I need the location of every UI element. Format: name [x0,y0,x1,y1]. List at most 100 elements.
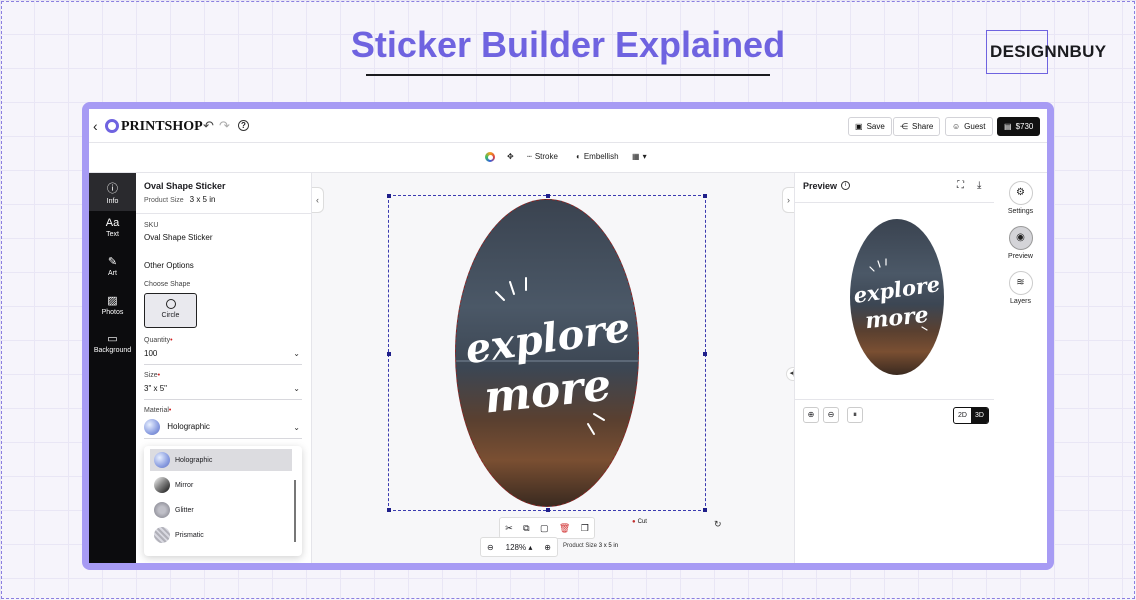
resize-handle[interactable] [703,508,707,512]
material-option-holographic[interactable]: Holographic [150,449,292,471]
cut-icon[interactable]: ✂ [505,523,513,534]
preview-text-line1: explore [852,271,942,308]
save-label: Save [866,122,885,131]
rotate-icon[interactable]: ↻ [714,519,722,530]
move-icon[interactable]: ✥ [507,152,514,161]
size-label-text: Size [144,372,158,379]
zoom-value: 128% [505,542,527,552]
nav-item-photos[interactable]: ▨ Photos [89,294,136,316]
preview-mode-toggle: 2D 3D [953,407,989,424]
material-option-mirror[interactable]: Mirror [150,474,292,496]
nav-item-background[interactable]: ▭ Background [89,332,136,354]
pattern-dropdown[interactable]: ▦ ▾ [632,152,647,161]
cart-icon: ▤ [1004,122,1012,131]
sticker-artwork[interactable]: explore more [455,199,639,507]
quantity-label: Quantity• [144,337,173,344]
zoom-level[interactable]: 128% ▴ [506,543,533,552]
size-select[interactable]: 3" x 5" ⌄ [144,384,302,400]
resize-handle[interactable] [546,508,550,512]
share-label: Share [912,122,934,131]
zoom-out-icon[interactable]: ⊖ [823,407,839,423]
resize-handle[interactable] [703,194,707,198]
stroke-icon: ┄ [527,152,532,161]
product-title: Oval Shape Sticker [144,181,226,191]
designnbuy-logo: DESIGNNBUY [990,42,1107,61]
resize-handle[interactable] [387,352,391,356]
holographic-swatch-icon [144,419,160,435]
material-select[interactable]: Holographic ⌄ [144,419,302,439]
circle-icon [165,299,176,309]
pause-icon[interactable]: ⏸ [847,407,863,423]
undo-icon[interactable]: ↶ [203,118,214,134]
sticker-graphic: explore more [456,277,638,435]
left-nav: ⓘ Info Aa Text ✎ Art ▨ Photos ▭ Backgrou… [89,173,136,563]
glitter-swatch-icon [154,502,170,518]
rail-item-preview[interactable]: ◉ Preview [994,226,1047,260]
mode-2d-button[interactable]: 2D [954,408,971,423]
embellish-icon: ◐ [576,152,581,161]
stroke-button[interactable]: ┄ Stroke [527,152,558,161]
embellish-button[interactable]: ◐ Embellish [576,152,619,161]
user-icon: ☺ [952,122,961,131]
expand-preview-button[interactable]: › [782,187,794,213]
canvas-product-size-label: Product Size [563,543,598,549]
preview-title: Preview [803,181,838,191]
cart-button[interactable]: ▤ $730 [997,117,1041,136]
info-icon: ⓘ [107,183,118,195]
info-icon[interactable]: i [841,181,850,190]
collapse-left-panel-button[interactable]: ‹ [312,187,324,213]
choose-shape-label: Choose Shape [144,281,191,288]
delete-icon[interactable]: 🗑 [559,523,570,534]
zoom-out-icon[interactable]: ⊖ [487,543,494,552]
right-rail: ⚙ Settings ◉ Preview ≋ Layers [994,173,1047,563]
save-icon: ▣ [855,122,863,131]
back-button[interactable]: ‹ [93,118,98,134]
guest-label: Guest [964,122,986,131]
resize-handle[interactable] [387,508,391,512]
share-button[interactable]: ⋲ Share [893,117,941,136]
material-option-label: Holographic [175,456,213,464]
size-label: Size• [144,372,161,379]
size-value: 3" x 5" [144,384,168,393]
zoom-in-icon[interactable]: ⊕ [544,543,551,552]
embellish-label: Embellish [583,152,619,161]
resize-handle[interactable] [703,352,707,356]
guest-button[interactable]: ☺ Guest [945,117,993,136]
object-context-toolbar: ✂ ⧉ ▢ 🗑 ❐ [499,517,595,539]
nav-item-info[interactable]: ⓘ Info [89,173,136,211]
nav-item-art[interactable]: ✎ Art [89,255,136,277]
layers-icon: ≋ [1008,271,1033,295]
color-picker-button[interactable] [485,152,495,162]
dropdown-scrollbar[interactable] [294,480,296,542]
nav-label: Info [106,198,119,205]
photos-icon: ▨ [107,295,118,307]
rail-item-settings[interactable]: ⚙ Settings [994,181,1047,215]
sku-value: Oval Shape Sticker [144,233,213,242]
download-icon[interactable]: ⤓ [977,180,981,191]
redo-icon[interactable]: ↷ [219,118,230,134]
cut-line-tag[interactable]: Cut [632,519,647,525]
duplicate-icon[interactable]: ❐ [581,523,589,534]
gear-icon: ⚙ [1008,181,1033,205]
save-button[interactable]: ▣ Save [848,117,892,136]
nav-item-text[interactable]: Aa Text [89,217,136,238]
material-option-prismatic[interactable]: Prismatic [150,524,292,546]
top-bar: ‹ PRINTSHOP ↶ ↷ ? ▣ Save ⋲ Share ☺ Guest… [89,109,1047,143]
paste-icon[interactable]: ▢ [540,523,549,534]
resize-handle[interactable] [387,194,391,198]
shape-option-circle[interactable]: Circle [144,293,197,328]
nav-label: Photos [101,309,124,316]
mode-3d-button[interactable]: 3D [971,408,988,423]
preview-divider [795,202,995,203]
printshop-logo-icon [105,119,119,133]
resize-handle[interactable] [546,194,550,198]
fullscreen-icon[interactable]: ⛶ [957,180,964,191]
material-option-label: Glitter [175,506,194,514]
brand-name: PRINTSHOP [121,119,203,134]
rail-item-layers[interactable]: ≋ Layers [994,271,1047,305]
zoom-in-icon[interactable]: ⊕ [803,407,819,423]
copy-icon[interactable]: ⧉ [523,523,529,534]
help-icon[interactable]: ? [238,120,249,131]
quantity-select[interactable]: 100 ⌄ [144,349,302,365]
material-option-glitter[interactable]: Glitter [150,499,292,521]
